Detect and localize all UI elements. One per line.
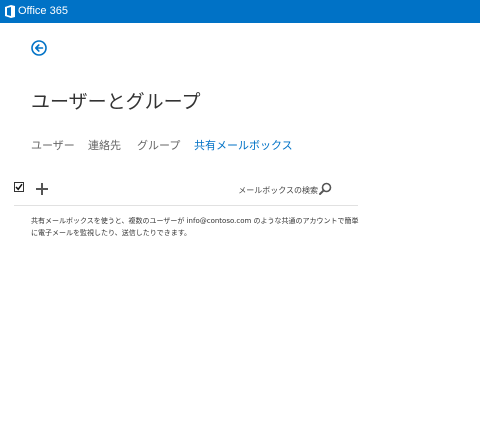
back-button[interactable] [31, 40, 47, 56]
search-button[interactable] [319, 182, 332, 195]
app-title[interactable]: Office 365 [18, 4, 68, 19]
top-bar: Office 365 [0, 0, 480, 23]
add-button[interactable] [36, 183, 48, 195]
shared-mailbox-description: 共有メールボックスを使うと、複数のユーザーが info@contoso.com … [31, 217, 359, 237]
toolbar: メールボックスの検索 [14, 179, 358, 206]
search-icon [319, 182, 332, 195]
tab-contacts[interactable]: 連絡先 [88, 137, 121, 155]
search-input[interactable]: メールボックスの検索 [238, 185, 318, 196]
checkmark-icon [15, 183, 23, 191]
page-title: ユーザーとグループ [31, 91, 201, 113]
tab-groups[interactable]: グループ [137, 137, 180, 155]
tab-shared-mailboxes[interactable]: 共有メールボックス [194, 137, 293, 155]
back-arrow-icon [31, 40, 47, 56]
office-logo-icon [5, 5, 15, 18]
select-all-checkbox[interactable] [14, 182, 24, 192]
tab-users[interactable]: ユーザー [31, 137, 75, 155]
plus-icon [36, 183, 48, 195]
